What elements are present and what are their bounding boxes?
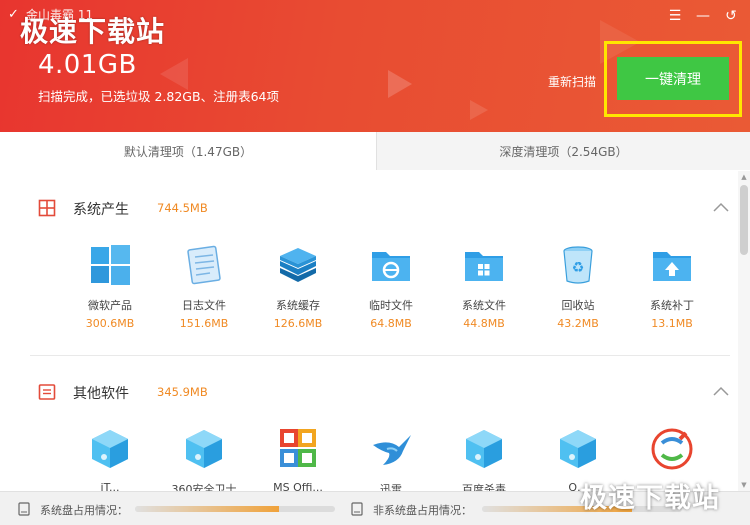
restore-icon[interactable]: ↺: [721, 6, 741, 26]
windows-logo-icon: [91, 245, 130, 285]
box-cube-icon: [560, 430, 596, 468]
system-disk-usage-bar: [135, 506, 335, 512]
item-software[interactable]: 迅雷: [351, 427, 431, 491]
item-size: 64.8MB: [370, 317, 412, 330]
watermark-bottom: 极速下载站: [580, 483, 720, 514]
tab-deep-clean[interactable]: 深度清理项（2.54GB）: [377, 132, 750, 170]
section-size: 345.9MB: [157, 385, 208, 399]
scroll-thumb[interactable]: [740, 185, 748, 255]
notepad-icon: [187, 245, 221, 285]
sogou-logo-icon: [651, 428, 693, 470]
item-microsoft-products[interactable]: 微软产品 300.6MB: [70, 243, 150, 330]
thunder-bird-icon: [373, 435, 411, 465]
tab-default-clean[interactable]: 默认清理项（1.47GB）: [0, 132, 377, 170]
minimize-icon[interactable]: —: [693, 6, 713, 26]
system-disk-usage-fill: [135, 506, 279, 512]
item-size: 151.6MB: [179, 317, 229, 330]
tab-bar: 默认清理项（1.47GB） 深度清理项（2.54GB）: [0, 132, 750, 170]
item-software[interactable]: iT...: [70, 427, 150, 491]
folder-windows-icon: [465, 252, 503, 281]
scroll-up-arrow-icon[interactable]: ▲: [740, 173, 748, 181]
decor-triangle: [388, 70, 412, 98]
menu-icon[interactable]: ☰: [665, 6, 685, 26]
watermark-top: 极速下载站: [20, 15, 166, 48]
scroll-down-arrow-icon[interactable]: ▼: [740, 481, 748, 489]
chevron-up-icon[interactable]: [710, 197, 732, 219]
item-label: 系统缓存: [276, 299, 320, 312]
item-software[interactable]: 百度杀毒: [444, 427, 524, 491]
item-label: 临时文件: [369, 299, 413, 312]
layers-icon: [280, 248, 316, 282]
system-disk-label: 系统盘占用情况：: [40, 504, 128, 517]
section-title: 系统产生: [73, 202, 129, 218]
disk-icon: [18, 502, 30, 516]
section-title: 其他软件: [73, 386, 129, 402]
item-size: 126.6MB: [273, 317, 323, 330]
item-label: 系统文件: [462, 299, 506, 312]
item-label: 系统补丁: [650, 299, 694, 312]
item-software[interactable]: 360安全卫士: [164, 427, 244, 491]
total-junk-size: 4.01GB: [38, 50, 137, 80]
item-label: 微软产品: [88, 299, 132, 312]
item-label: 迅雷: [380, 483, 402, 491]
item-label: 日志文件: [182, 299, 226, 312]
scan-summary: 扫描完成，已选垃圾 2.82GB、注册表64项: [38, 89, 279, 104]
box-cube-icon: [466, 430, 502, 468]
header-banner: ✓ 金山毒霸 11 极速下载站 ☰ — ↺ 4.01GB 扫描完成，已选垃圾 2…: [0, 0, 750, 132]
item-label: MS Offi...: [273, 481, 323, 491]
windows-grid-icon: [38, 199, 56, 217]
chevron-up-icon[interactable]: [710, 381, 732, 403]
one-click-clean-button[interactable]: 一键清理: [617, 57, 729, 100]
item-size: 43.2MB: [557, 317, 599, 330]
recycle-bin-icon: ♻: [563, 246, 593, 284]
disk-icon: [351, 502, 363, 516]
section-header-other-software[interactable]: 其他软件 345.9MB: [0, 375, 738, 409]
content-area: 系统产生 744.5MB 微软产品 300.6MB 日志文件 151.6MB 系…: [0, 171, 738, 491]
item-system-files[interactable]: 系统文件 44.8MB: [444, 243, 524, 330]
item-temp-files[interactable]: 临时文件 64.8MB: [351, 243, 431, 330]
box-cube-icon: [186, 430, 222, 468]
office-logo-icon: [280, 429, 316, 467]
section-size: 744.5MB: [157, 201, 208, 215]
vertical-scrollbar[interactable]: ▲ ▼: [738, 171, 750, 491]
item-label: 百度杀毒: [462, 483, 506, 491]
item-label: iT...: [100, 481, 120, 491]
other-disk-label: 非系统盘占用情况：: [373, 504, 472, 517]
item-system-cache[interactable]: 系统缓存 126.6MB: [258, 243, 338, 330]
item-software[interactable]: [632, 427, 712, 481]
svg-text:♻: ♻: [572, 260, 585, 276]
box-cube-icon: [92, 430, 128, 468]
item-size: 300.6MB: [85, 317, 135, 330]
item-system-patches[interactable]: 系统补丁 13.1MB: [632, 243, 712, 330]
item-size: 13.1MB: [651, 317, 693, 330]
rescan-link[interactable]: 重新扫描: [548, 73, 596, 90]
item-label: 回收站: [561, 299, 595, 312]
item-software[interactable]: MS Offi...: [258, 427, 338, 491]
section-divider: [30, 355, 730, 356]
folder-ie-icon: [372, 252, 410, 281]
section-header-system[interactable]: 系统产生 744.5MB: [0, 191, 738, 225]
item-size: 44.8MB: [463, 317, 505, 330]
folder-upload-icon: [653, 252, 691, 281]
decor-triangle: [470, 100, 488, 120]
item-recycle-bin[interactable]: ♻ 回收站 43.2MB: [538, 243, 618, 330]
item-label: 360安全卫士: [171, 483, 237, 491]
list-window-icon: [38, 384, 56, 400]
item-log-files[interactable]: 日志文件 151.6MB: [164, 243, 244, 330]
